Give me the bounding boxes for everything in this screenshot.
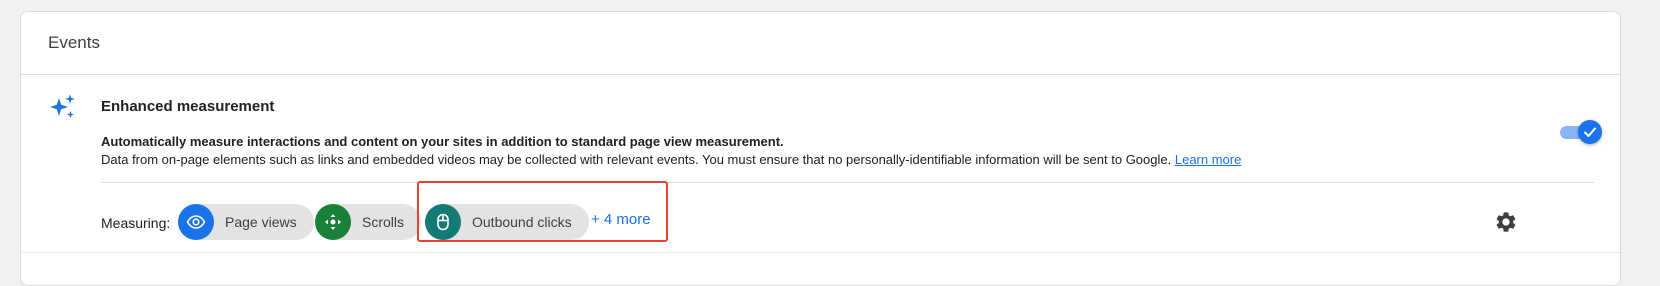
card-header: Events [21,12,1620,75]
enhanced-measurement-title: Enhanced measurement [101,98,275,115]
description-text: Data from on-page elements such as links… [101,152,1241,167]
chip-label: Page views [225,214,297,230]
chip-label: Scrolls [362,214,405,230]
scroll-arrows-icon [315,204,351,240]
eye-icon [178,204,214,240]
gear-icon[interactable] [1494,210,1518,234]
check-icon [1584,127,1596,137]
events-card: Events Enhanced measurement Automaticall… [20,11,1621,286]
sparkle-icon [50,94,75,118]
measuring-label: Measuring: [101,215,171,231]
learn-more-link[interactable]: Learn more [1175,152,1241,167]
description-bold: Automatically measure interactions and c… [101,134,784,149]
description-body: Data from on-page elements such as links… [101,152,1172,167]
chip-scrolls[interactable]: Scrolls [315,204,422,240]
divider [101,182,1594,183]
bottom-divider [21,252,1620,253]
enhanced-measurement-toggle[interactable] [1558,119,1602,145]
toggle-knob [1578,120,1602,144]
chip-page-views[interactable]: Page views [178,204,314,240]
card-title: Events [48,33,100,52]
highlight-box [417,181,668,242]
